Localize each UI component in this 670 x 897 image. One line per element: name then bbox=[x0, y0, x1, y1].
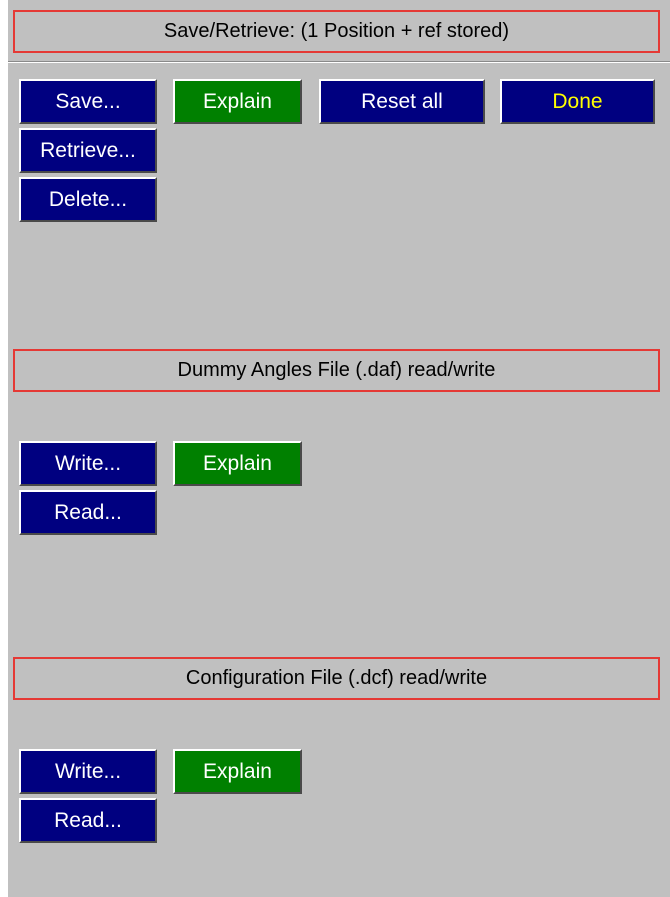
daf-explain-button[interactable]: Explain bbox=[173, 441, 302, 486]
dcf-explain-button[interactable]: Explain bbox=[173, 749, 302, 794]
retrieve-button[interactable]: Retrieve... bbox=[19, 128, 157, 173]
daf-read-button[interactable]: Read... bbox=[19, 490, 157, 535]
daf-write-button[interactable]: Write... bbox=[19, 441, 157, 486]
save-retrieve-header: Save/Retrieve: (1 Position + ref stored) bbox=[13, 10, 660, 53]
reset-all-button[interactable]: Reset all bbox=[319, 79, 485, 124]
save-button[interactable]: Save... bbox=[19, 79, 157, 124]
daf-section-header: Dummy Angles File (.daf) read/write bbox=[13, 349, 660, 392]
header-divider bbox=[8, 61, 670, 63]
done-button[interactable]: Done bbox=[500, 79, 655, 124]
delete-button[interactable]: Delete... bbox=[19, 177, 157, 222]
dcf-section-header: Configuration File (.dcf) read/write bbox=[13, 657, 660, 700]
dcf-write-button[interactable]: Write... bbox=[19, 749, 157, 794]
explain-button[interactable]: Explain bbox=[173, 79, 302, 124]
dcf-read-button[interactable]: Read... bbox=[19, 798, 157, 843]
save-retrieve-panel: Save/Retrieve: (1 Position + ref stored)… bbox=[8, 0, 670, 897]
